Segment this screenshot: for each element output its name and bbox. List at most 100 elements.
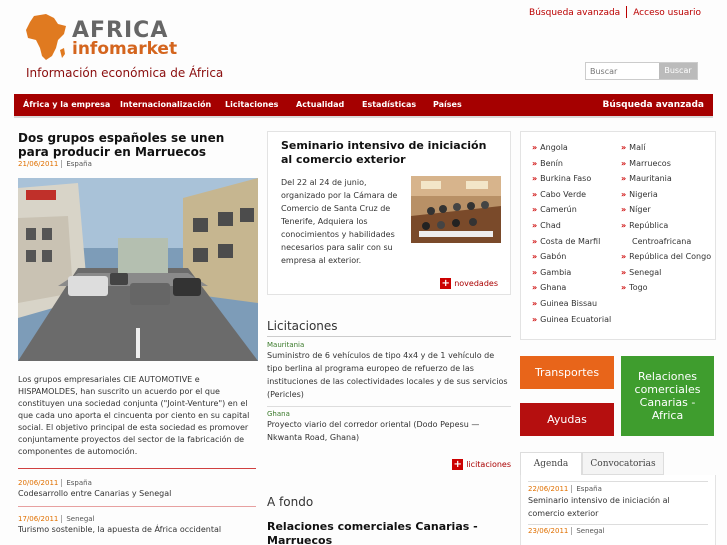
double-arrow-icon: »	[621, 283, 627, 293]
country-link[interactable]: » Níger	[621, 202, 713, 218]
country-link[interactable]: » Costa de Marfil	[532, 234, 611, 250]
double-arrow-icon: »	[532, 298, 538, 308]
double-arrow-icon: »	[621, 220, 627, 230]
divider	[18, 506, 256, 507]
nav-item-licitaciones[interactable]: Licitaciones	[225, 100, 278, 109]
afondo-section: A fondo Relaciones comerciales Canarias …	[267, 495, 511, 545]
country-link[interactable]: » Ghana	[532, 280, 611, 296]
news-list: 20/06/2011 España Codesarrollo entre Cana…	[18, 468, 256, 534]
agenda-panel: 22/06/2011 España Seminario intensivo de …	[520, 475, 716, 545]
site-logo[interactable]: AFRICA infomarket	[24, 12, 177, 64]
country-link[interactable]: » Mauritania	[621, 171, 713, 187]
country-link[interactable]: » República del Congo	[621, 249, 713, 265]
country-link[interactable]: » Chad	[532, 218, 611, 234]
nav-advanced-search[interactable]: Búsqueda avanzada	[603, 100, 704, 110]
plus-icon: +	[440, 278, 452, 289]
divider	[528, 524, 708, 525]
country-link[interactable]: » Nigeria	[621, 187, 713, 203]
news-more-link[interactable]: + novedades	[440, 278, 498, 289]
article-category: España	[61, 160, 92, 168]
country-link[interactable]: » Burkina Faso	[532, 171, 611, 187]
double-arrow-icon: »	[532, 158, 538, 168]
main-article-photo[interactable]	[18, 178, 258, 361]
agenda-category: España	[571, 485, 602, 493]
country-link[interactable]: » Camerún	[532, 202, 611, 218]
double-arrow-icon: »	[532, 189, 538, 199]
country-link[interactable]: » Senegal	[621, 265, 713, 281]
lic-country: Mauritania	[267, 341, 305, 349]
agenda-date: 23/06/2011	[528, 527, 569, 535]
divider	[528, 481, 708, 482]
country-link[interactable]: » Gambia	[532, 265, 611, 281]
news-category: Senegal	[61, 515, 95, 523]
relaciones-button[interactable]: Relaciones comerciales Canarias - Africa	[621, 356, 714, 436]
seminar-photo[interactable]	[411, 176, 501, 243]
news-category: España	[61, 479, 92, 487]
country-link[interactable]: » Gabón	[532, 249, 611, 265]
country-link[interactable]: » Guinea Ecuatorial	[532, 312, 611, 328]
country-link[interactable]: » Togo	[621, 280, 713, 296]
agenda-date: 22/06/2011	[528, 485, 569, 493]
country-link[interactable]: » Angola	[532, 140, 611, 156]
top-links: Búsqueda avanzada Acceso usuario	[523, 6, 707, 18]
agenda-title[interactable]: Seminario intensivo de iniciación al com…	[528, 494, 708, 520]
nav-item-paises[interactable]: Países	[433, 100, 462, 109]
plus-icon: +	[452, 459, 464, 470]
ayudas-button[interactable]: Ayudas	[520, 403, 614, 436]
africa-map-icon	[26, 14, 66, 60]
nav-item-internacionalizacion[interactable]: Internacionalización	[120, 100, 211, 109]
nav-item-africa-empresa[interactable]: África y la empresa	[23, 100, 110, 109]
search-button[interactable]: Buscar	[659, 63, 697, 79]
double-arrow-icon: »	[621, 205, 627, 215]
country-link[interactable]: » Malí	[621, 140, 713, 156]
double-arrow-icon: »	[532, 143, 538, 152]
agenda-category: Senegal	[571, 527, 605, 535]
search-input[interactable]	[586, 63, 660, 79]
lic-item[interactable]: Proyecto viario del corredor oriental (D…	[267, 418, 511, 444]
country-link[interactable]: » Benín	[532, 156, 611, 172]
double-arrow-icon: »	[621, 174, 627, 184]
afondo-title[interactable]: Relaciones comerciales Canarias - Marrue…	[267, 520, 511, 545]
double-arrow-icon: »	[621, 158, 627, 168]
lic-item[interactable]: Suministro de 6 vehículos de tipo 4x4 y …	[267, 349, 511, 401]
main-article-body: Los grupos empresariales CIE AUTOMOTIVE …	[18, 375, 250, 456]
list-item[interactable]: 22/06/2011 España Seminario intensivo de …	[528, 485, 708, 520]
divider	[18, 468, 256, 469]
double-arrow-icon: »	[532, 267, 538, 277]
double-arrow-icon: »	[532, 283, 538, 293]
page: AFRICA infomarket Información económica …	[0, 0, 727, 545]
double-arrow-icon: »	[621, 143, 627, 152]
country-column-right: » Malí » Marruecos » Mauritania » Nigeria » N…	[621, 140, 713, 296]
main-nav: África y la empresa Internacionalización…	[14, 94, 713, 118]
country-link[interactable]: » República Centroafricana	[621, 218, 713, 249]
licitaciones-more-link[interactable]: + licitaciones	[452, 459, 511, 470]
advanced-search-link[interactable]: Búsqueda avanzada	[523, 8, 626, 18]
transportes-button[interactable]: Transportes	[520, 356, 614, 389]
double-arrow-icon: »	[532, 174, 538, 184]
country-link[interactable]: » Marruecos	[621, 156, 713, 172]
list-item[interactable]: 20/06/2011 España Codesarrollo entre Cana…	[18, 479, 256, 498]
country-link[interactable]: » Cabo Verde	[532, 187, 611, 203]
article-date: 21/06/2011	[18, 160, 59, 168]
nav-item-estadisticas[interactable]: Estadísticas	[362, 100, 416, 109]
main-article-title[interactable]: Dos grupos españoles se unen para produc…	[18, 131, 256, 159]
country-list: » Angola » Benín » Burkina Faso » Cabo Verde…	[520, 131, 716, 340]
user-access-link[interactable]: Acceso usuario	[627, 8, 707, 18]
double-arrow-icon: »	[532, 205, 538, 215]
news-title[interactable]: Codesarrollo entre Canarias y Senegal	[18, 489, 256, 498]
seminar-title[interactable]: Seminario intensivo de iniciación al com…	[281, 139, 501, 167]
search-box: Buscar	[585, 62, 698, 80]
nav-item-actualidad[interactable]: Actualidad	[296, 100, 344, 109]
seminar-text: Del 22 al 24 de junio, organizado por la…	[281, 178, 398, 265]
double-arrow-icon: »	[532, 314, 538, 324]
section-heading: A fondo	[267, 495, 314, 509]
news-title[interactable]: Turismo sostenible, la apuesta de África…	[18, 525, 256, 534]
seminar-feature: Seminario intensivo de iniciación al com…	[267, 131, 511, 295]
site-tagline: Información económica de África	[26, 66, 224, 80]
list-item[interactable]: 17/06/2011 Senegal Turismo sostenible, la…	[18, 515, 256, 534]
tab-agenda[interactable]: Agenda	[520, 452, 582, 476]
double-arrow-icon: »	[621, 267, 627, 277]
country-link[interactable]: » Guinea Bissau	[532, 296, 611, 312]
tab-convocatorias[interactable]: Convocatorias	[582, 452, 664, 475]
list-item[interactable]: 23/06/2011 Senegal	[528, 527, 708, 535]
